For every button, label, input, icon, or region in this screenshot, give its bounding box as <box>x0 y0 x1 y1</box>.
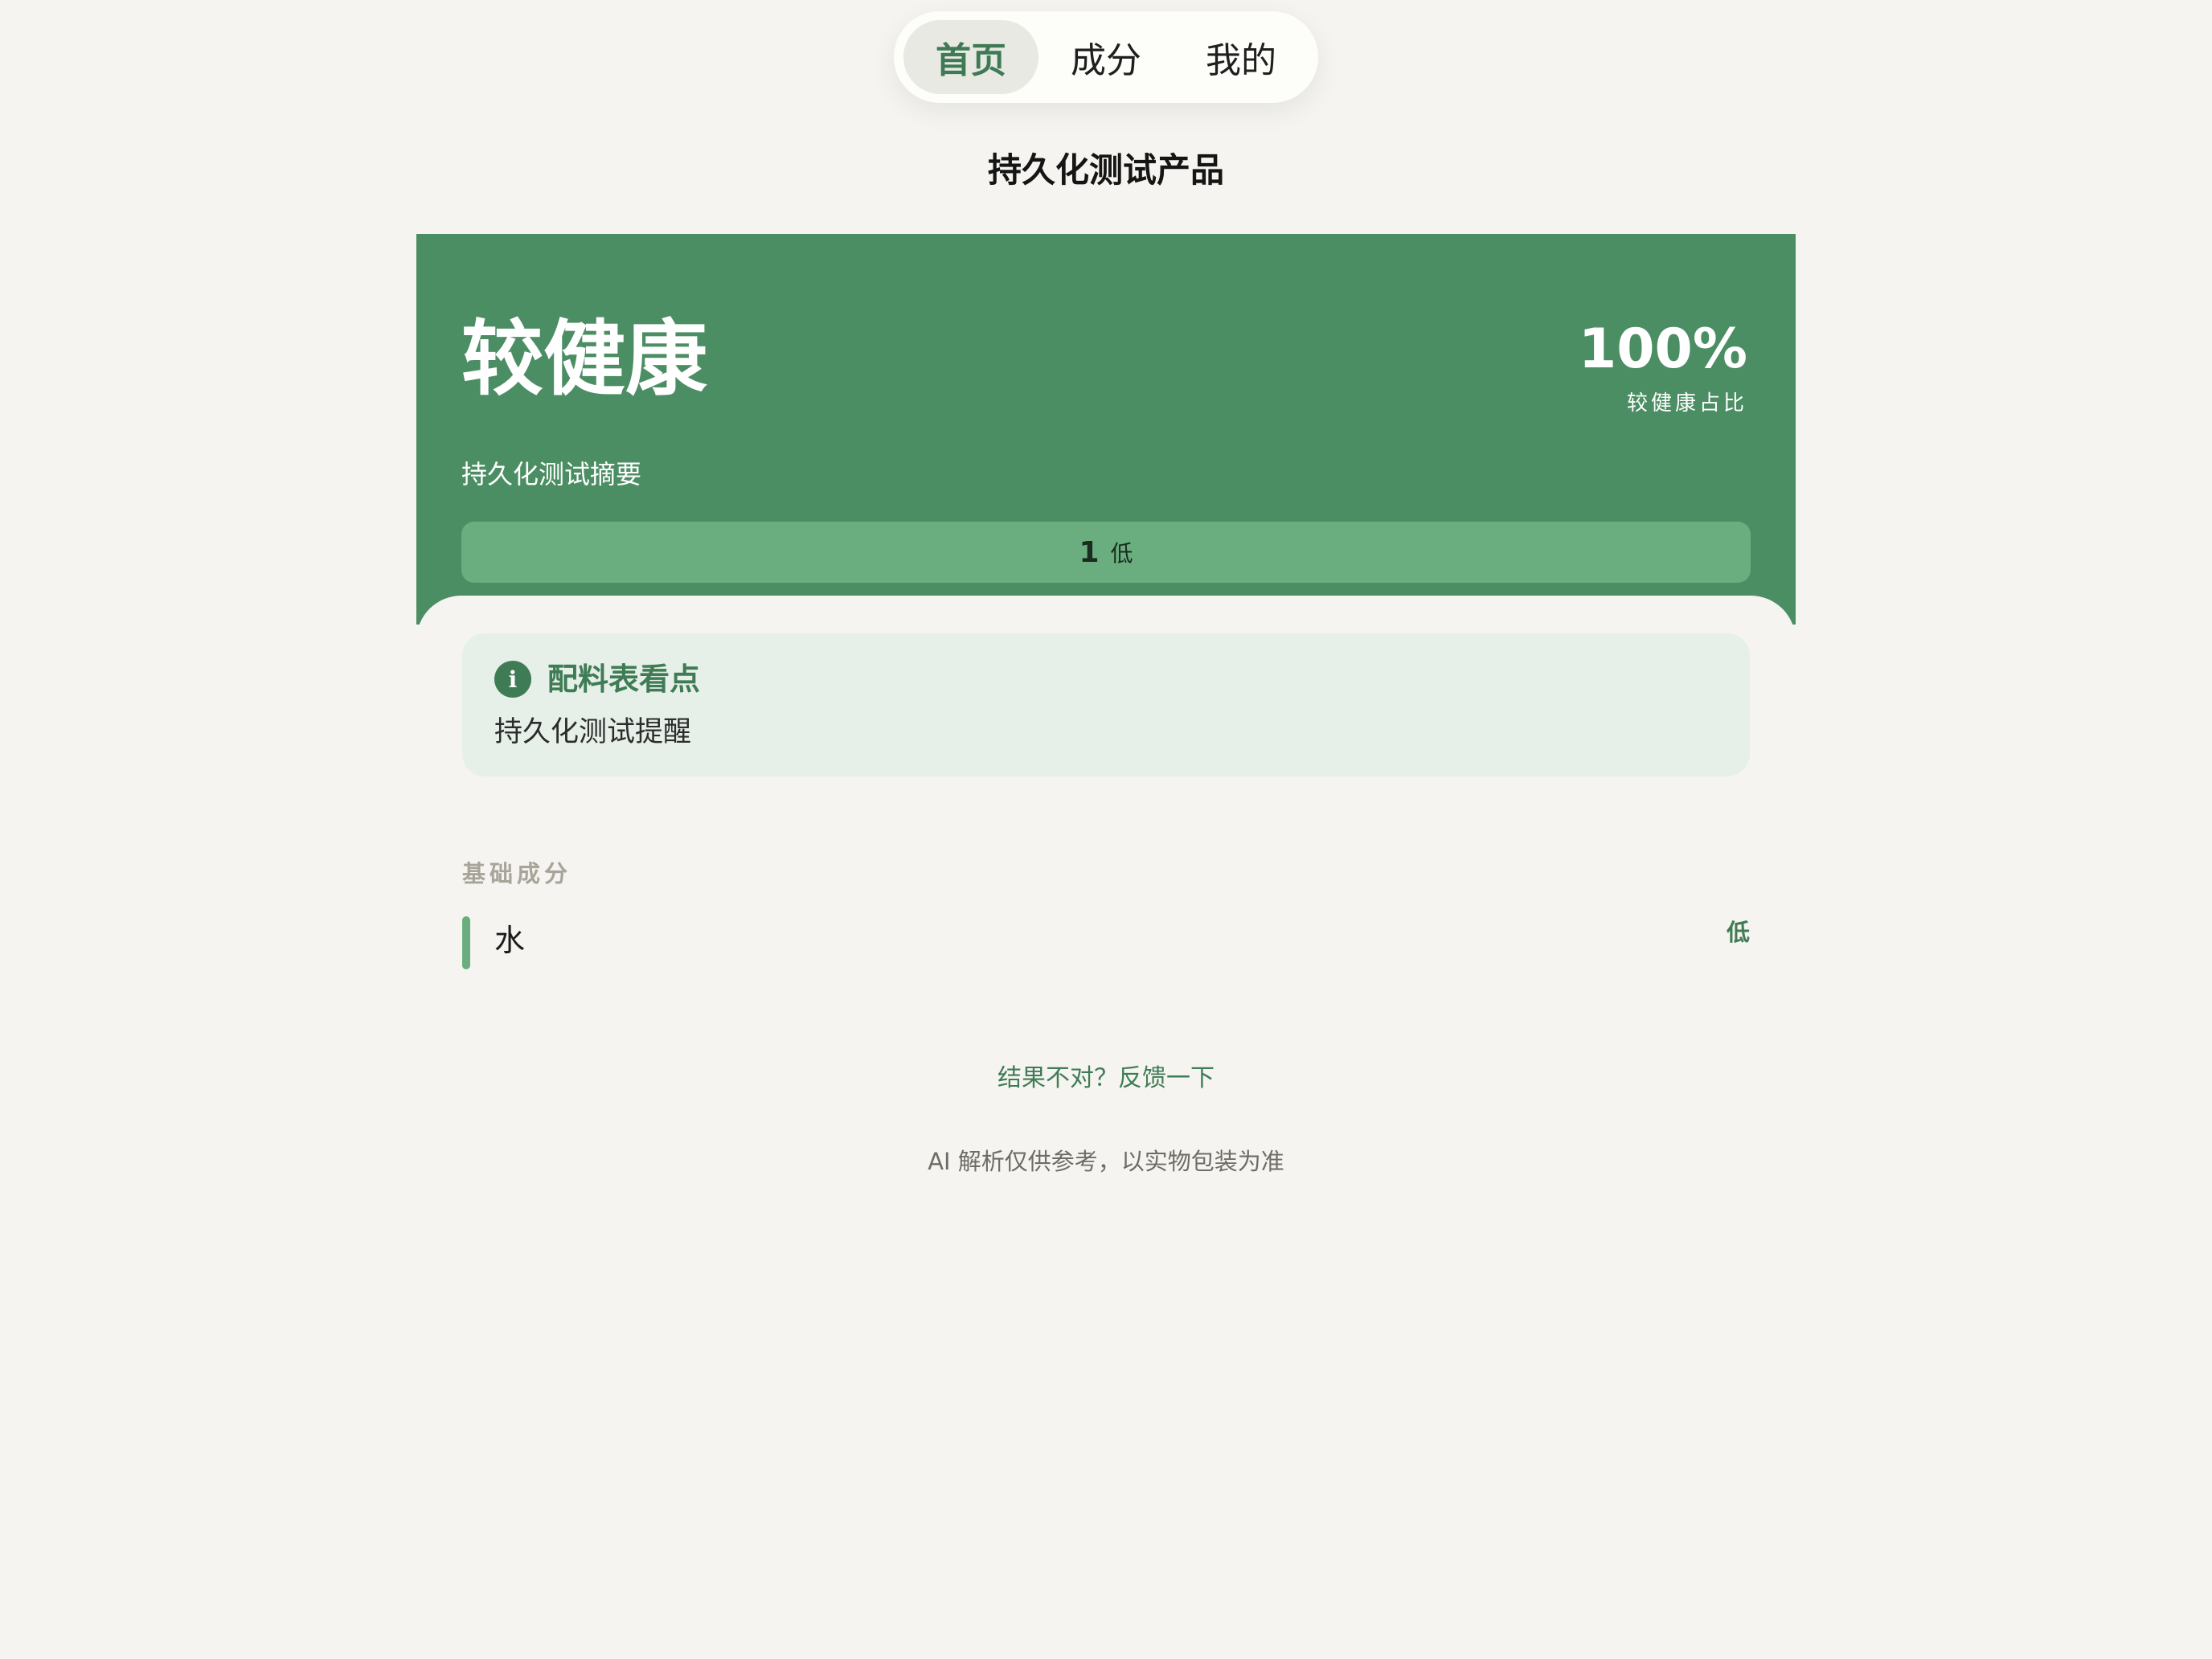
tab-ingredients[interactable]: 成分 <box>1038 20 1174 94</box>
page-title: 持久化测试产品 <box>987 150 1224 190</box>
risk-indicator-bar <box>462 916 470 969</box>
summary-text: 持久化测试摘要 <box>461 459 642 490</box>
ingredient-risk-level: 低 <box>1726 919 1750 946</box>
ai-disclaimer: AI 解析仅供参考，以实物包装为准 <box>928 1148 1284 1175</box>
tab-mine[interactable]: 我的 <box>1174 20 1309 94</box>
info-icon: i <box>494 661 531 698</box>
health-percent-label: 较健康占比 <box>1626 391 1747 416</box>
tab-home[interactable]: 首页 <box>903 20 1038 94</box>
risk-distribution-bar: 1 低 <box>461 522 1751 583</box>
feedback-link[interactable]: 结果不对？反馈一下 <box>0 1058 2212 1093</box>
health-percent: 100% <box>1578 317 1747 381</box>
top-tab-bar: 首页 成分 我的 <box>894 11 1318 103</box>
section-label-basic-ingredients: 基础成分 <box>462 860 572 887</box>
risk-count: 1 <box>1079 535 1100 569</box>
health-summary-card: 较健康 100% 较健康占比 持久化测试摘要 1 低 <box>416 234 1796 644</box>
app-screen: 首页 成分 我的 持久化测试产品 较健康 100% 较健康占比 持久化测试摘要 … <box>0 0 2212 1659</box>
notes-title: 配料表看点 <box>547 662 701 697</box>
notes-text: 持久化测试提醒 <box>494 716 692 748</box>
risk-level-label: 低 <box>1110 540 1133 567</box>
health-rating: 较健康 <box>461 312 707 408</box>
ingredient-name: 水 <box>494 923 526 958</box>
ingredient-row[interactable]: 水 低 <box>462 916 1750 969</box>
ingredient-notes-card: i 配料表看点 持久化测试提醒 <box>462 633 1750 776</box>
